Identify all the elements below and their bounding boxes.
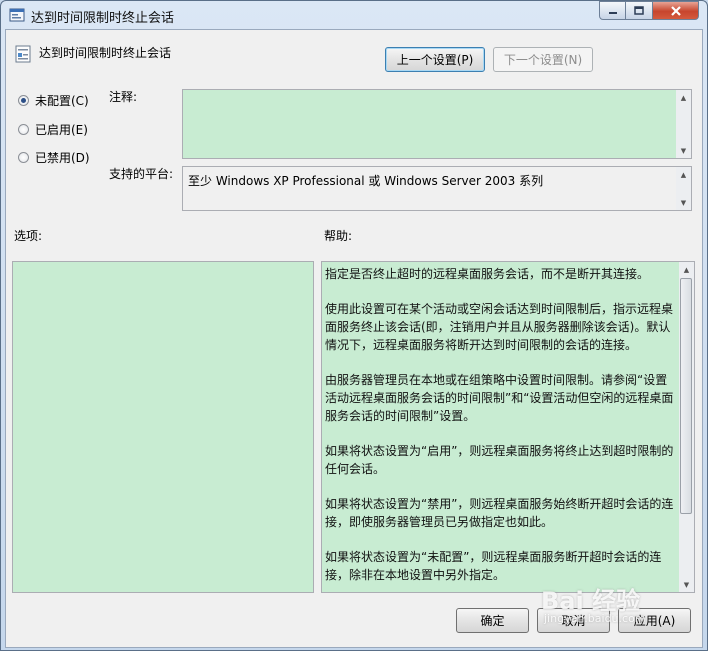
comment-scrollbar[interactable]: ▲ ▼	[676, 90, 691, 158]
radio-circle[interactable]	[18, 152, 29, 163]
radio-enabled[interactable]: 已启用(E)	[18, 121, 88, 138]
scroll-down-arrow-icon[interactable]: ▼	[676, 143, 691, 158]
minimize-icon	[608, 11, 617, 14]
minimize-button[interactable]	[599, 1, 626, 20]
scroll-up-arrow-icon[interactable]: ▲	[679, 262, 694, 277]
radio-disabled[interactable]: 已禁用(D)	[18, 149, 90, 166]
baidu-watermark: Bai 经验	[541, 587, 641, 615]
scroll-up-arrow-icon[interactable]: ▲	[676, 90, 691, 105]
platform-value: 至少 Windows XP Professional 或 Windows Ser…	[188, 174, 544, 188]
previous-setting-button[interactable]: 上一个设置(P)	[385, 47, 485, 72]
setting-name: 达到时间限制时终止会话	[39, 46, 172, 60]
help-label: 帮助:	[324, 229, 353, 243]
options-label: 选项:	[14, 229, 43, 243]
setting-icon	[15, 45, 31, 63]
help-text: 指定是否终止超时的远程桌面服务会话，而不是断开其连接。 使用此设置可在某个活动或…	[325, 265, 676, 592]
radio-not-configured[interactable]: 未配置(C)	[18, 92, 89, 109]
scroll-down-arrow-icon[interactable]: ▼	[676, 195, 691, 210]
maximize-button[interactable]	[626, 1, 653, 20]
window-title: 达到时间限制时终止会话	[31, 11, 175, 26]
close-button[interactable]	[653, 1, 699, 20]
dialog-body: 达到时间限制时终止会话 上一个设置(P) 下一个设置(N) 未配置(C) 已启用…	[5, 29, 703, 648]
title-bar[interactable]: 达到时间限制时终止会话	[1, 1, 707, 29]
policy-setting-icon	[9, 8, 25, 22]
options-panel	[12, 261, 314, 593]
radio-circle[interactable]	[18, 95, 29, 106]
scroll-up-arrow-icon[interactable]: ▲	[676, 167, 691, 182]
help-paragraph: 由服务器管理员在本地或在组策略中设置时间限制。请参阅“设置活动远程桌面服务会话的…	[325, 373, 674, 423]
radio-label: 已禁用(D)	[35, 151, 90, 165]
baidu-watermark-url: jingyan.baidu.com	[544, 612, 646, 625]
help-paragraph: 指定是否终止超时的远程桌面服务会话，而不是断开其连接。	[325, 267, 650, 281]
next-setting-button[interactable]: 下一个设置(N)	[493, 47, 593, 72]
platform-field: 至少 Windows XP Professional 或 Windows Ser…	[182, 166, 692, 211]
help-scrollbar[interactable]: ▲ ▼	[679, 262, 694, 592]
scroll-down-arrow-icon[interactable]: ▼	[679, 577, 694, 592]
radio-circle[interactable]	[18, 124, 29, 135]
platform-scrollbar[interactable]: ▲ ▼	[676, 167, 691, 210]
radio-label: 未配置(C)	[35, 94, 89, 108]
help-panel: 指定是否终止超时的远程桌面服务会话，而不是断开其连接。 使用此设置可在某个活动或…	[321, 261, 695, 593]
close-icon	[670, 5, 681, 16]
comment-input[interactable]: ▲ ▼	[182, 89, 692, 159]
help-paragraph: 如果将状态设置为“启用”，则远程桌面服务将终止达到超时限制的任何会话。	[325, 444, 674, 476]
help-paragraph: 使用此设置可在某个活动或空闲会话达到时间限制后，指示远程桌面服务终止该会话(即，…	[325, 302, 674, 352]
platform-label: 支持的平台:	[109, 167, 174, 181]
help-paragraph: 如果将状态设置为“未配置”，则远程桌面服务断开超时会话的连接，除非在本地设置中另…	[325, 550, 662, 582]
comment-label: 注释:	[109, 90, 138, 104]
ok-button[interactable]: 确定	[456, 608, 529, 633]
help-paragraph: 如果将状态设置为“禁用”，则远程桌面服务始终断开超时会话的连接，即使服务器管理员…	[325, 497, 674, 529]
radio-label: 已启用(E)	[35, 123, 88, 137]
dialog-window: 达到时间限制时终止会话 达到时间限制时终止会话 上一个设置(P) 下一个设置(N…	[0, 0, 708, 651]
maximize-icon	[634, 6, 644, 15]
help-scroll-thumb[interactable]	[680, 278, 692, 514]
